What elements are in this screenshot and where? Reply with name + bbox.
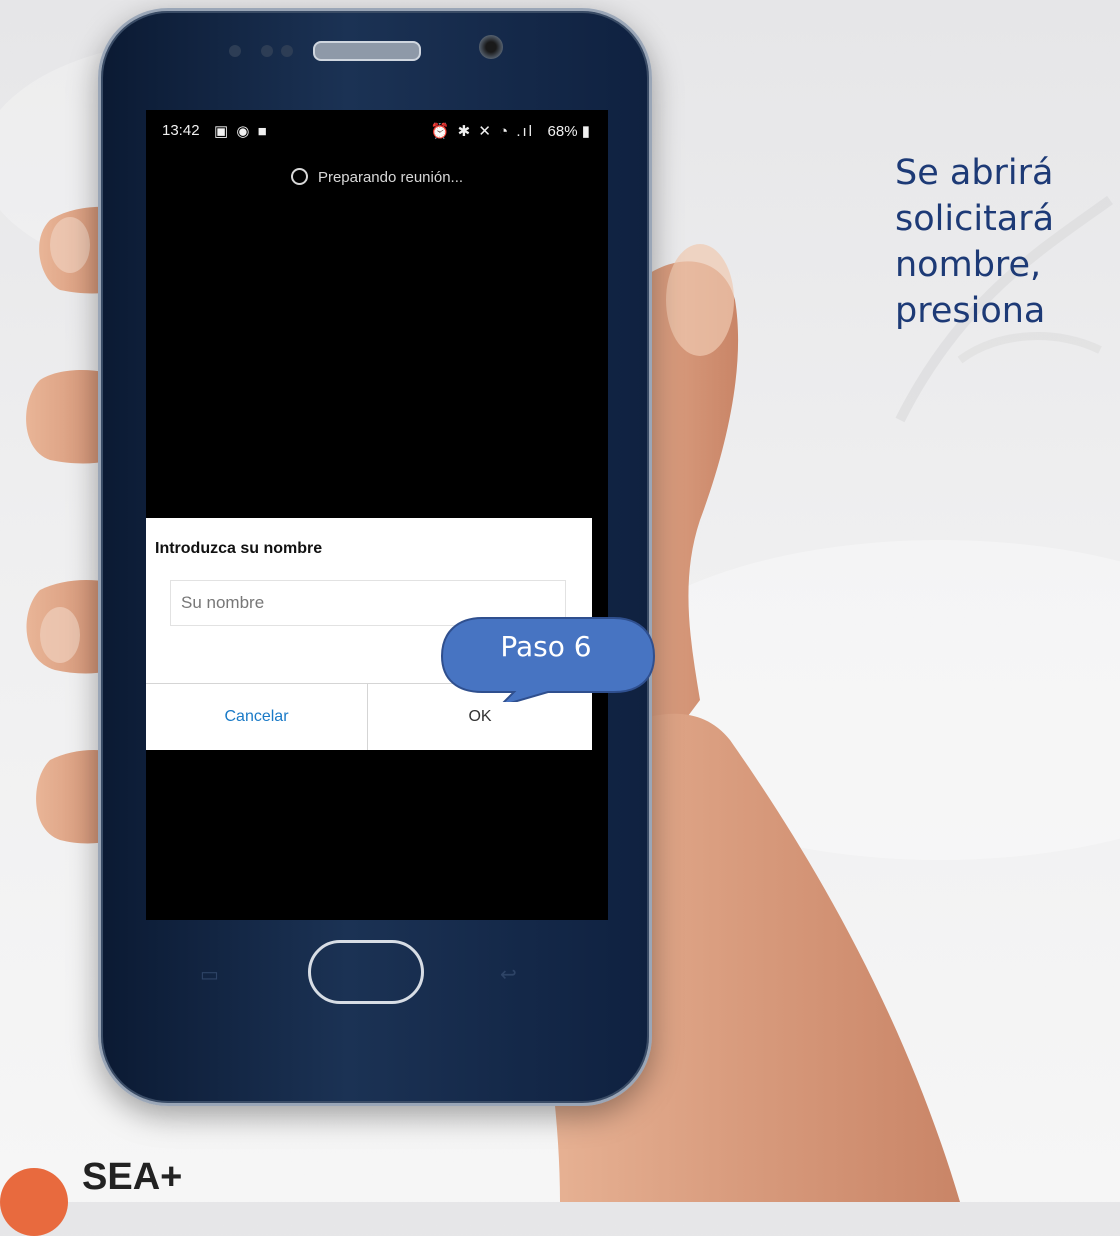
logo-text: SEA+	[82, 1156, 183, 1198]
spinner-icon	[290, 168, 308, 185]
home-button[interactable]	[308, 940, 424, 1004]
recent-apps-icon[interactable]: ▭	[200, 962, 219, 987]
status-bar: 13:42 ▣ ◉ ■ ⏰ ✱ ✕ ◔ .ıl 68% ▮	[146, 122, 608, 146]
phone-sensor	[229, 45, 241, 57]
phone-earpiece	[313, 41, 421, 61]
system-status-icons: ⏰ ✱ ✕ ◔ .ıl	[430, 123, 534, 140]
loading-status: Preparando reunión...	[146, 168, 608, 186]
phone-sensor	[261, 45, 273, 57]
status-time: 13:42	[162, 122, 200, 139]
front-camera	[479, 35, 503, 59]
dialog-title: Introduzca su nombre	[155, 540, 323, 557]
battery-indicator: 68% ▮	[547, 123, 590, 140]
back-icon[interactable]: ↩	[500, 962, 517, 987]
phone-screen: 13:42 ▣ ◉ ■ ⏰ ✱ ✕ ◔ .ıl 68% ▮ Preparando…	[146, 110, 608, 920]
logo-icon	[0, 1168, 68, 1236]
cancel-button[interactable]: Cancelar	[146, 684, 367, 750]
notification-icons: ▣ ◉ ■	[214, 123, 269, 140]
step-callout-label: Paso 6	[500, 630, 592, 663]
phone-sensor	[281, 45, 293, 57]
loading-text: Preparando reunión...	[317, 169, 464, 186]
